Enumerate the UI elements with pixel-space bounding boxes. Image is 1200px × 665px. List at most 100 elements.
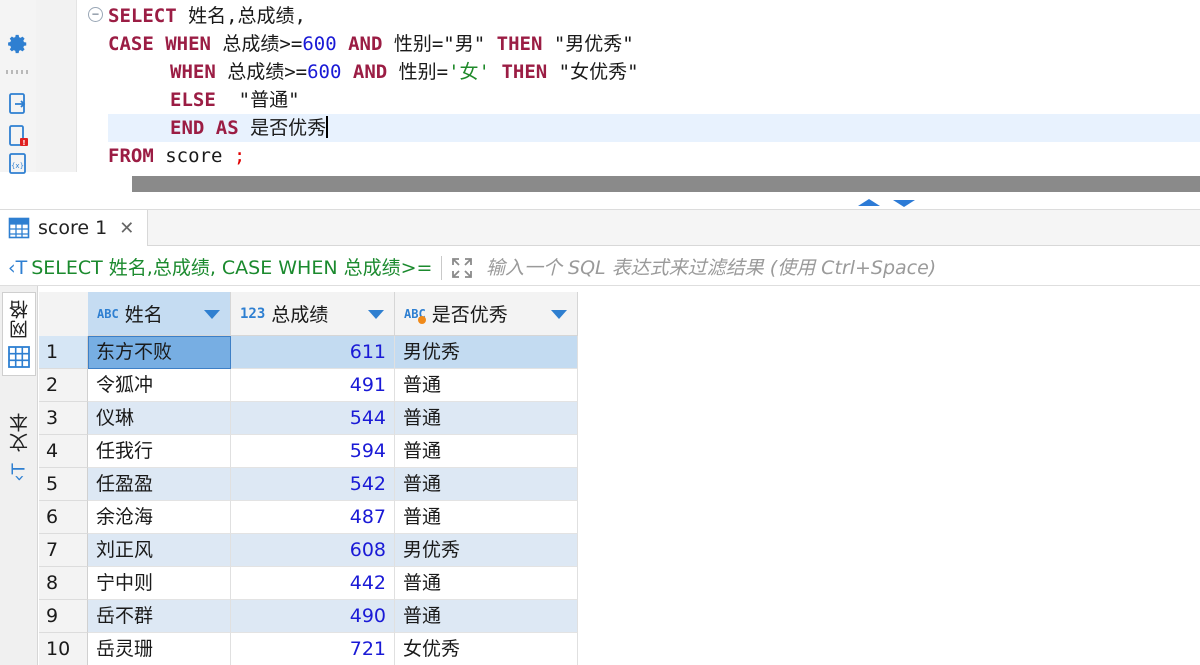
cell-name[interactable]: 任我行 <box>88 435 231 468</box>
panel-splitter[interactable] <box>0 196 1200 210</box>
grid-corner[interactable] <box>39 292 88 336</box>
svg-text:{x}: {x} <box>11 162 24 170</box>
cell-excellent[interactable]: 普通 <box>395 501 578 534</box>
row-number[interactable]: 10 <box>39 633 88 665</box>
code-token: SELECT <box>108 5 177 27</box>
row-number[interactable]: 6 <box>39 501 88 534</box>
cell-name[interactable]: 令狐冲 <box>88 369 231 402</box>
error-log-icon[interactable]: ! <box>6 124 30 148</box>
cell-score[interactable]: 721 <box>231 633 395 665</box>
sort-dropdown-icon[interactable] <box>204 310 220 319</box>
expand-icon[interactable] <box>450 256 474 280</box>
table-row[interactable]: 3 仪琳 544 普通 <box>39 402 1200 435</box>
cell-score[interactable]: 542 <box>231 468 395 501</box>
variables-icon[interactable]: {x} <box>6 152 30 176</box>
svg-text:!: ! <box>22 139 25 147</box>
cell-excellent[interactable]: 男优秀 <box>395 336 578 369</box>
result-grid[interactable]: ABC 姓名 123 总成绩 ABC 是否优秀 1 东方不败 611 男优秀 2 令狐冲 4… <box>39 286 1200 665</box>
row-number[interactable]: 1 <box>39 336 88 369</box>
cell-name[interactable]: 岳灵珊 <box>88 633 231 665</box>
code-token: END <box>170 117 205 139</box>
calculated-dot-icon <box>418 315 426 324</box>
cell-name[interactable]: 任盈盈 <box>88 468 231 501</box>
maximize-editor-icon[interactable] <box>858 199 880 206</box>
cell-name[interactable]: 东方不败 <box>88 336 231 369</box>
code-token: AS <box>215 117 239 139</box>
table-row[interactable]: 6 余沧海 487 普通 <box>39 501 1200 534</box>
sql-editor[interactable]: ! {x} − SELECT 姓名,总成绩, CASE WHEN 总成绩>=600… <box>0 0 1200 174</box>
row-number[interactable]: 3 <box>39 402 88 435</box>
table-row[interactable]: 7 刘正风 608 男优秀 <box>39 534 1200 567</box>
cell-name[interactable]: 宁中则 <box>88 567 231 600</box>
tab-score-1[interactable]: score 1 ✕ <box>0 210 148 246</box>
cell-excellent[interactable]: 普通 <box>395 468 578 501</box>
cell-name[interactable]: 刘正风 <box>88 534 231 567</box>
cell-score[interactable]: 611 <box>231 336 395 369</box>
table-row[interactable]: 8 宁中则 442 普通 <box>39 567 1200 600</box>
code-token: 性别= <box>387 61 449 83</box>
cell-score[interactable]: 491 <box>231 369 395 402</box>
filter-divider <box>441 256 442 280</box>
column-header-score[interactable]: 123 总成绩 <box>231 292 395 336</box>
cell-excellent[interactable]: 男优秀 <box>395 534 578 567</box>
code-line[interactable]: FROM score ; <box>108 142 1200 170</box>
cell-name[interactable]: 仪琳 <box>88 402 231 435</box>
cell-score[interactable]: 608 <box>231 534 395 567</box>
cell-name[interactable]: 岳不群 <box>88 600 231 633</box>
result-tabbar: score 1 ✕ <box>0 210 1200 246</box>
filter-bar: ‹T SELECT 姓名,总成绩, CASE WHEN 总成绩>= <box>0 250 1200 286</box>
cell-score[interactable]: 594 <box>231 435 395 468</box>
code-token: AND <box>348 33 383 55</box>
sort-dropdown-icon[interactable] <box>368 310 384 319</box>
tab-text[interactable]: 文本 ‹T <box>2 406 36 487</box>
row-number[interactable]: 5 <box>39 468 88 501</box>
close-icon[interactable]: ✕ <box>119 218 134 239</box>
row-number[interactable]: 2 <box>39 369 88 402</box>
cell-excellent[interactable]: 普通 <box>395 567 578 600</box>
cell-score[interactable]: 442 <box>231 567 395 600</box>
cell-excellent[interactable]: 普通 <box>395 435 578 468</box>
table-row[interactable]: 10 岳灵珊 721 女优秀 <box>39 633 1200 665</box>
table-row[interactable]: 2 令狐冲 491 普通 <box>39 369 1200 402</box>
text-cursor <box>326 116 329 138</box>
code-area[interactable]: SELECT 姓名,总成绩, CASE WHEN 总成绩>=600 AND 性别=… <box>108 2 1200 170</box>
sql-text-icon: ‹T <box>8 257 28 279</box>
tab-grid[interactable]: 网格 <box>2 292 36 376</box>
cell-score[interactable]: 490 <box>231 600 395 633</box>
text-view-icon: ‹T <box>8 463 30 482</box>
code-line[interactable]: END AS 是否优秀 <box>108 114 1200 142</box>
query-text-label[interactable]: ‹T SELECT 姓名,总成绩, CASE WHEN 总成绩>= <box>8 250 432 286</box>
maximize-results-icon[interactable] <box>893 200 915 207</box>
cell-excellent[interactable]: 女优秀 <box>395 633 578 665</box>
cell-score[interactable]: 487 <box>231 501 395 534</box>
row-number[interactable]: 4 <box>39 435 88 468</box>
editor-horizontal-scrollbar[interactable] <box>132 176 1200 192</box>
code-token: 是否优秀 <box>238 117 327 139</box>
export-icon[interactable] <box>6 92 30 116</box>
sort-dropdown-icon[interactable] <box>551 310 567 319</box>
cell-excellent[interactable]: 普通 <box>395 402 578 435</box>
row-number[interactable]: 8 <box>39 567 88 600</box>
column-header-name[interactable]: ABC 姓名 <box>88 292 231 336</box>
number-type-icon: 123 <box>240 305 266 322</box>
code-line[interactable]: ELSE "普通" <box>108 86 1200 114</box>
cell-excellent[interactable]: 普通 <box>395 600 578 633</box>
filter-input[interactable] <box>486 250 1186 286</box>
row-number[interactable]: 9 <box>39 600 88 633</box>
cell-excellent[interactable]: 普通 <box>395 369 578 402</box>
code-token: '女' <box>448 61 490 83</box>
gear-icon[interactable] <box>6 32 30 56</box>
table-row[interactable]: 4 任我行 594 普通 <box>39 435 1200 468</box>
code-line[interactable]: SELECT 姓名,总成绩, <box>108 2 1200 30</box>
row-number[interactable]: 7 <box>39 534 88 567</box>
table-row[interactable]: 9 岳不群 490 普通 <box>39 600 1200 633</box>
table-row[interactable]: 5 任盈盈 542 普通 <box>39 468 1200 501</box>
cell-name[interactable]: 余沧海 <box>88 501 231 534</box>
fold-toggle-icon[interactable]: − <box>88 7 103 22</box>
table-row[interactable]: 1 东方不败 611 男优秀 <box>39 336 1200 369</box>
column-header-excellent[interactable]: ABC 是否优秀 <box>395 292 578 336</box>
cell-score[interactable]: 544 <box>231 402 395 435</box>
code-line[interactable]: CASE WHEN 总成绩>=600 AND 性别="男" THEN "男优秀" <box>108 30 1200 58</box>
code-line[interactable]: WHEN 总成绩>=600 AND 性别='女' THEN "女优秀" <box>108 58 1200 86</box>
